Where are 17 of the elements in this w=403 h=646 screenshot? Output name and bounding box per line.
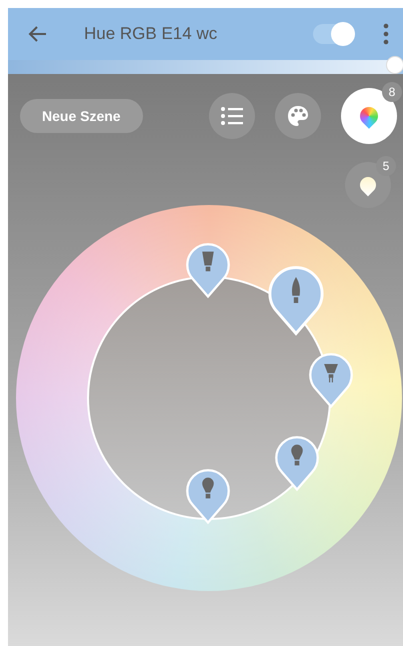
count-badge: 5 (376, 156, 396, 176)
new-scene-button[interactable]: Neue Szene (20, 99, 143, 133)
device-title: Hue RGB E14 wc (84, 24, 218, 44)
mode-tab[interactable] (209, 93, 255, 139)
mode-tab[interactable] (345, 162, 391, 208)
back-arrow-icon[interactable] (28, 24, 48, 44)
power-toggle[interactable] (313, 24, 353, 44)
candle-bulb-icon (292, 276, 300, 304)
bulb-icon (202, 478, 214, 498)
more-menu-icon[interactable] (383, 23, 389, 45)
mode-tab[interactable] (275, 93, 321, 139)
bulb-icon (324, 364, 338, 382)
bulb-icon (202, 252, 214, 272)
list-icon (221, 107, 243, 125)
bulb-icon (291, 444, 303, 466)
palette-icon (287, 105, 309, 127)
count-badge: 8 (382, 82, 402, 102)
